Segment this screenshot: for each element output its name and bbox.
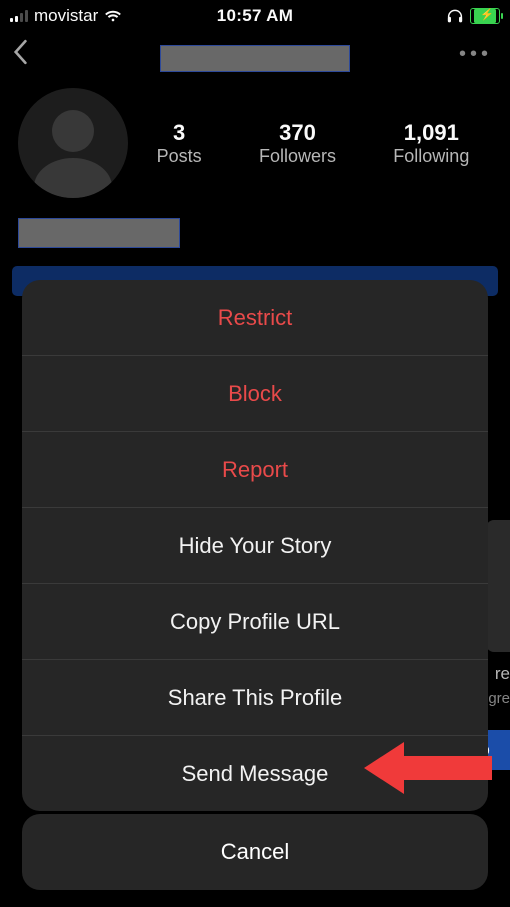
sheet-item-share[interactable]: Share This Profile xyxy=(22,659,488,735)
annotation-arrow-icon xyxy=(364,738,494,798)
sheet-item-label: Hide Your Story xyxy=(179,533,332,559)
sheet-item-hide-story[interactable]: Hide Your Story xyxy=(22,507,488,583)
sheet-item-block[interactable]: Block xyxy=(22,355,488,431)
sheet-item-copy-url[interactable]: Copy Profile URL xyxy=(22,583,488,659)
sheet-item-label: Send Message xyxy=(182,761,329,787)
sheet-item-restrict[interactable]: Restrict xyxy=(22,280,488,355)
sheet-item-report[interactable]: Report xyxy=(22,431,488,507)
sheet-item-label: Block xyxy=(228,381,282,407)
sheet-item-label: Share This Profile xyxy=(168,685,342,711)
sheet-item-label: Restrict xyxy=(218,305,293,331)
sheet-cancel-label: Cancel xyxy=(221,839,289,865)
sheet-cancel-button[interactable]: Cancel xyxy=(22,814,488,890)
sheet-item-label: Report xyxy=(222,457,288,483)
sheet-item-label: Copy Profile URL xyxy=(170,609,340,635)
action-sheet: Restrict Block Report Hide Your Story Co… xyxy=(22,280,488,811)
